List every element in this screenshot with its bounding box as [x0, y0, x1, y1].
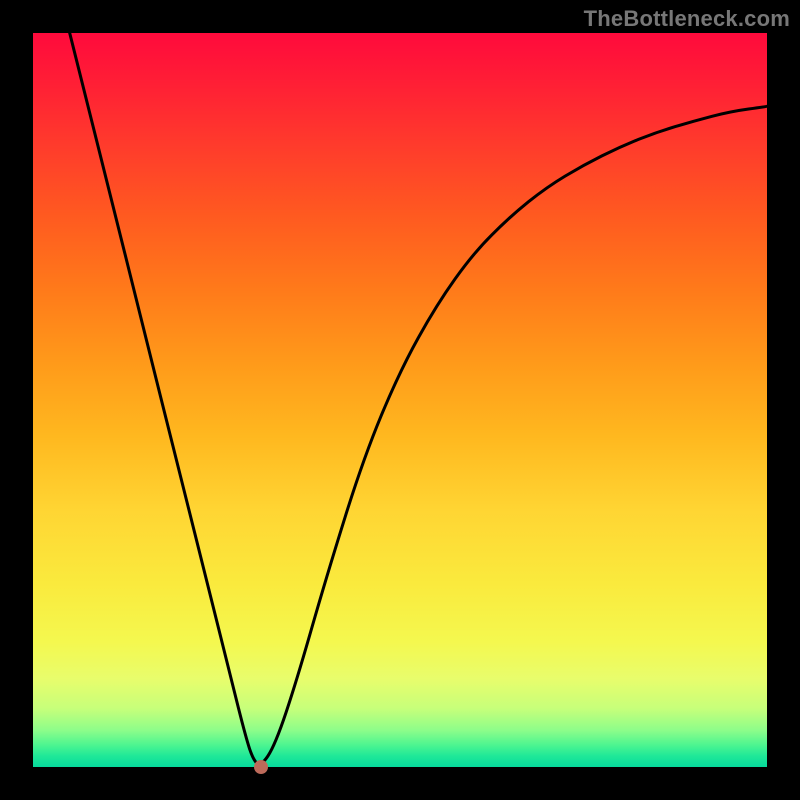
chart-frame: TheBottleneck.com [0, 0, 800, 800]
bottleneck-curve [33, 33, 767, 767]
plot-area [33, 33, 767, 767]
watermark-text: TheBottleneck.com [584, 6, 790, 32]
optimum-marker-dot [254, 760, 268, 774]
